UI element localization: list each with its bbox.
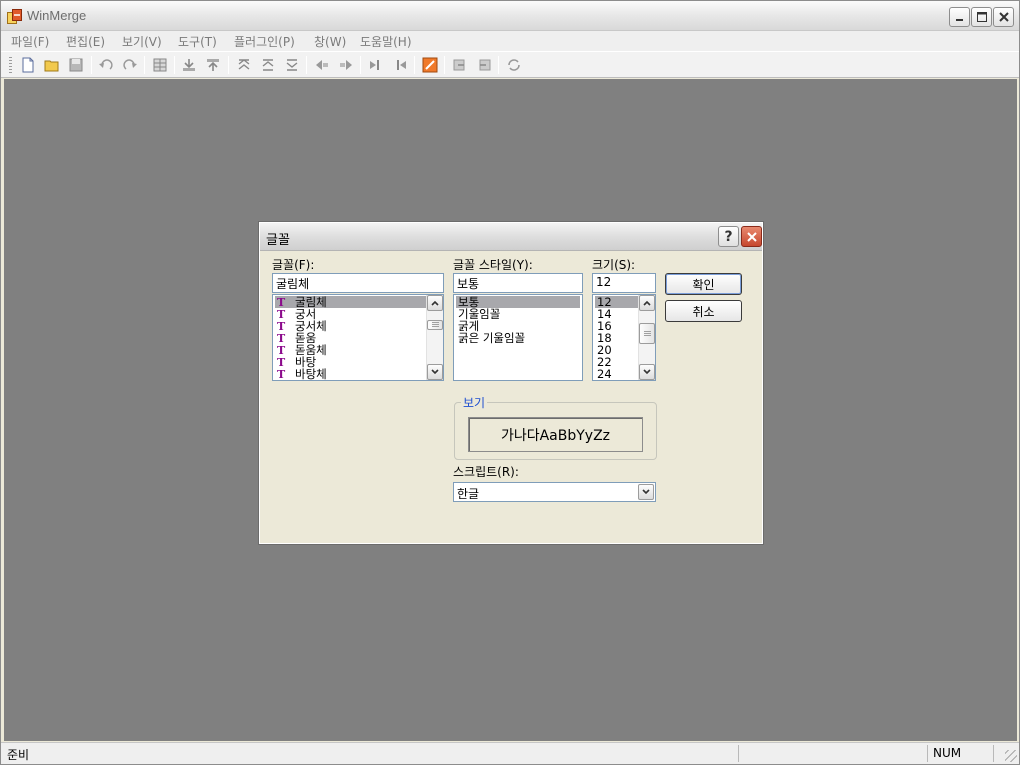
copy-to-left-icon[interactable]: [179, 55, 199, 75]
style-list-item[interactable]: 굵은 기울임꼴: [456, 332, 525, 344]
status-divider: [993, 745, 994, 762]
sample-preview: 가나다AaBbYyZz: [468, 417, 643, 452]
help-button[interactable]: ?: [718, 226, 739, 247]
copy-to-right-icon[interactable]: [203, 55, 223, 75]
script-dropdown-button[interactable]: [638, 484, 654, 500]
font-list-item[interactable]: T 바탕체: [275, 368, 327, 380]
ok-button[interactable]: 확인: [665, 273, 742, 295]
size-grip[interactable]: [1005, 750, 1017, 762]
cancel-button[interactable]: 취소: [665, 300, 742, 322]
status-divider: [738, 745, 739, 762]
truetype-font-icon: T: [277, 368, 286, 381]
toolbar-separator: [174, 56, 175, 74]
merge-right-icon[interactable]: [390, 55, 410, 75]
close-icon: [998, 12, 1009, 22]
font-list[interactable]: T 굴림체 T 궁서 T 궁서체 T 돋움 T 돋움체 T 바탕 T 바탕체: [272, 294, 444, 381]
redo-icon[interactable]: [120, 55, 140, 75]
maximize-icon: [976, 12, 987, 22]
help-icon: ?: [724, 228, 733, 245]
toolbar-separator: [144, 56, 145, 74]
compare-left-icon[interactable]: [450, 55, 470, 75]
toolbar-separator: [360, 56, 361, 74]
winmerge-app-icon: [7, 9, 22, 24]
size-list[interactable]: 12 14 16 18 20 22 24: [592, 294, 656, 381]
compare-right-icon[interactable]: [474, 55, 494, 75]
move-left-icon[interactable]: [312, 55, 332, 75]
script-value: 한글: [457, 487, 480, 501]
font-list-scrollbar[interactable]: [426, 295, 443, 380]
new-file-icon[interactable]: [18, 55, 38, 75]
move-right-icon[interactable]: [336, 55, 356, 75]
dialog-title-bar[interactable]: 글꼴 ?: [260, 223, 762, 251]
sample-group: 보기 가나다AaBbYyZz: [454, 394, 657, 460]
open-folder-icon[interactable]: [42, 55, 62, 75]
style-list[interactable]: 보통 기울임꼴 굵게 굵은 기울임꼴: [453, 294, 583, 381]
maximize-button[interactable]: [971, 7, 992, 27]
chevron-down-icon: [642, 489, 650, 495]
menu-help[interactable]: 도움말(H): [360, 33, 412, 50]
close-button[interactable]: [993, 7, 1014, 27]
close-icon: [746, 231, 757, 242]
refresh-icon[interactable]: [504, 55, 524, 75]
window-title: WinMerge: [27, 8, 87, 23]
scroll-down-button[interactable]: [427, 364, 443, 380]
size-list-item[interactable]: 24: [595, 368, 612, 380]
toolbar-separator: [91, 56, 92, 74]
chevron-up-icon: [643, 300, 651, 306]
menu-view[interactable]: 보기(V): [122, 33, 162, 50]
minimize-button[interactable]: [949, 7, 970, 27]
toolbar-grip[interactable]: [9, 57, 12, 75]
status-text: 준비: [7, 748, 30, 762]
chevron-down-icon: [643, 369, 651, 375]
merge-left-icon[interactable]: [366, 55, 386, 75]
title-bar[interactable]: WinMerge: [1, 1, 1019, 31]
menu-plugins[interactable]: 플러그인(P): [234, 33, 295, 50]
size-list-scrollbar[interactable]: [638, 295, 655, 380]
prev-diff-icon[interactable]: [258, 55, 278, 75]
style-input[interactable]: 보통: [453, 273, 583, 293]
first-diff-icon[interactable]: [234, 55, 254, 75]
toolbar-separator: [228, 56, 229, 74]
toolbar: [1, 51, 1019, 78]
menu-bar: 파일(F) 편집(E) 보기(V) 도구(T) 플러그인(P) 창(W) 도움말…: [1, 31, 1019, 51]
menu-edit[interactable]: 편집(E): [66, 33, 105, 50]
scroll-thumb[interactable]: [427, 320, 443, 330]
toolbar-separator: [498, 56, 499, 74]
style-label: 글꼴 스타일(Y):: [453, 258, 533, 272]
menu-file[interactable]: 파일(F): [11, 33, 49, 50]
undo-icon[interactable]: [96, 55, 116, 75]
size-input[interactable]: 12: [592, 273, 656, 293]
chevron-up-icon: [431, 300, 439, 306]
font-label: 글꼴(F):: [272, 258, 315, 272]
num-lock-indicator: NUM: [933, 746, 962, 760]
options-icon[interactable]: [420, 55, 440, 75]
status-divider: [927, 745, 928, 762]
toolbar-separator: [414, 56, 415, 74]
font-input[interactable]: 굴림체: [272, 273, 444, 293]
dialog-title: 글꼴: [266, 233, 290, 248]
chevron-down-icon: [431, 369, 439, 375]
minimize-icon: [955, 19, 963, 21]
toolbar-separator: [444, 56, 445, 74]
size-label: 크기(S):: [592, 258, 636, 272]
dialog-close-button[interactable]: [741, 226, 762, 247]
scroll-down-button[interactable]: [639, 364, 655, 380]
menu-tools[interactable]: 도구(T): [178, 33, 217, 50]
font-dialog: 글꼴 ? 글꼴(F): 굴림체 T 굴림체 T 궁서 T 궁서체 T 돋움 T 돋움체 T…: [258, 221, 764, 545]
script-select[interactable]: 한글: [453, 482, 656, 502]
script-label: 스크립트(R):: [453, 465, 519, 479]
scroll-up-button[interactable]: [639, 295, 655, 311]
menu-window[interactable]: 창(W): [314, 33, 346, 50]
status-bar: 준비 NUM: [1, 742, 1019, 764]
toolbar-separator: [306, 56, 307, 74]
diff-pane-icon[interactable]: [150, 55, 170, 75]
scroll-thumb[interactable]: [639, 323, 655, 344]
next-diff-icon[interactable]: [282, 55, 302, 75]
save-icon[interactable]: [66, 55, 86, 75]
sample-label: 보기: [461, 394, 488, 411]
scroll-up-button[interactable]: [427, 295, 443, 311]
